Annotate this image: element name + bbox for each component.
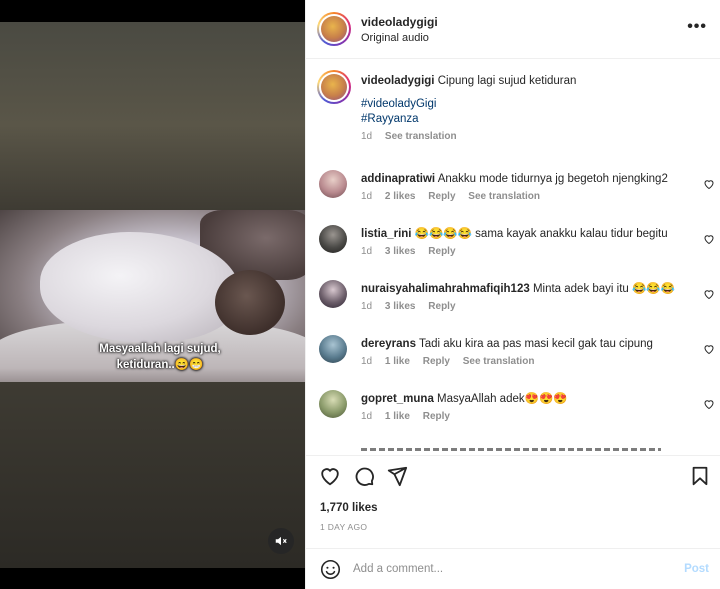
baby-head xyxy=(215,270,285,335)
comment-text: MasyaAllah adek😍😍😍 xyxy=(437,393,568,405)
speaker-muted-icon xyxy=(275,536,287,546)
video-caption-line2: ketiduran..😄😁 xyxy=(116,359,204,371)
comment-time[interactable]: 1d xyxy=(361,411,372,422)
comment-item: addinapratiwi Anakku mode tidurnya jg be… xyxy=(317,170,717,220)
heart-icon[interactable] xyxy=(703,343,715,355)
comment-username[interactable]: dereyrans xyxy=(361,338,416,350)
heart-icon[interactable] xyxy=(703,398,715,410)
comment-username[interactable]: listia_rini xyxy=(361,228,412,240)
more-options-button[interactable]: ••• xyxy=(687,18,707,36)
comment-likes[interactable]: 3 likes xyxy=(385,301,416,312)
heart-icon[interactable] xyxy=(703,233,715,245)
comment-text: 😂😂😂😂 sama kayak anakku kalau tidur begit… xyxy=(414,228,668,240)
comment-text: Tadi aku kira aa pas masi kecil gak tau … xyxy=(418,338,653,350)
caption-avatar[interactable] xyxy=(317,70,351,104)
likes-count[interactable]: 1,770 likes xyxy=(320,502,378,514)
comment-item: gopret_muna MasyaAllah adek😍😍😍 1d 1 like… xyxy=(317,390,717,440)
comment-likes[interactable]: 1 like xyxy=(385,411,410,422)
caption-username[interactable]: videoladygigi xyxy=(361,75,435,87)
comment-likes[interactable]: 2 likes xyxy=(385,191,416,202)
post-comment-button[interactable]: Post xyxy=(684,563,709,575)
video-bottom-background xyxy=(0,382,305,568)
bookmark-icon[interactable] xyxy=(689,465,711,487)
author-username[interactable]: videoladygigi xyxy=(361,15,438,29)
reply-button[interactable]: Reply xyxy=(423,411,450,422)
comment-time[interactable]: 1d xyxy=(361,191,372,202)
comment-item: dereyrans Tadi aku kira aa pas masi keci… xyxy=(317,335,717,385)
commenter-avatar[interactable] xyxy=(319,225,347,253)
video-top-background xyxy=(0,22,305,210)
comment-text: Minta adek bayi itu 😂😂😂 xyxy=(532,283,675,295)
comment-input[interactable] xyxy=(353,560,653,578)
comments-list[interactable]: videoladygigi Cipung lagi sujud ketidura… xyxy=(306,60,720,454)
comment-icon[interactable] xyxy=(353,465,375,487)
like-heart-icon[interactable] xyxy=(319,465,341,487)
post-actions: 1,770 likes 1 DAY AGO xyxy=(306,455,720,547)
comment-item: nuraisyahalimahrahmafiqih123 Minta adek … xyxy=(317,280,717,330)
comment-likes[interactable]: 3 likes xyxy=(385,246,416,257)
commenter-avatar[interactable] xyxy=(319,280,347,308)
comment-text: Anakku mode tidurnya jg begetoh njengkin… xyxy=(437,173,668,185)
see-translation-link[interactable]: See translation xyxy=(385,131,457,142)
video-player[interactable]: Masyaallah lagi sujud, ketiduran..😄😁 xyxy=(0,0,305,589)
mute-button[interactable] xyxy=(268,528,294,554)
comment-time[interactable]: 1d xyxy=(361,301,372,312)
reply-button[interactable]: Reply xyxy=(428,301,455,312)
comment-username[interactable]: addinapratiwi xyxy=(361,173,435,185)
post-date[interactable]: 1 DAY AGO xyxy=(320,522,367,532)
audio-label[interactable]: Original audio xyxy=(361,32,429,44)
heart-icon[interactable] xyxy=(703,288,715,300)
hashtag-link[interactable]: #Rayyanza xyxy=(361,112,701,127)
comment-username[interactable]: nuraisyahalimahrahmafiqih123 xyxy=(361,283,530,295)
comment-item: listia_rini 😂😂😂😂 sama kayak anakku kalau… xyxy=(317,225,717,275)
commenter-avatar[interactable] xyxy=(319,335,347,363)
commenter-avatar[interactable] xyxy=(319,170,347,198)
comment-username[interactable]: gopret_muna xyxy=(361,393,434,405)
reply-button[interactable]: Reply xyxy=(428,246,455,257)
reply-button[interactable]: Reply xyxy=(423,356,450,367)
commenter-avatar[interactable] xyxy=(319,390,347,418)
post-panel: videoladygigi Original audio ••• videola… xyxy=(305,0,720,589)
see-translation-link[interactable]: See translation xyxy=(463,356,535,367)
share-icon[interactable] xyxy=(386,465,408,487)
add-comment-bar: Post xyxy=(306,548,720,589)
hashtag-link[interactable]: #videoladyGigi xyxy=(361,97,701,112)
comment-item-partial xyxy=(361,446,701,454)
caption-text: Cipung lagi sujud ketiduran xyxy=(437,75,577,87)
caption-time[interactable]: 1d xyxy=(361,131,372,142)
emoji-icon[interactable] xyxy=(320,559,341,580)
comment-time[interactable]: 1d xyxy=(361,356,372,367)
comment-likes[interactable]: 1 like xyxy=(385,356,410,367)
author-avatar[interactable] xyxy=(317,12,351,46)
reply-button[interactable]: Reply xyxy=(428,191,455,202)
heart-icon[interactable] xyxy=(703,178,715,190)
see-translation-link[interactable]: See translation xyxy=(468,191,540,202)
comment-time[interactable]: 1d xyxy=(361,246,372,257)
video-caption: Masyaallah lagi sujud, ketiduran..😄😁 xyxy=(0,341,305,373)
post-header: videoladygigi Original audio ••• xyxy=(306,0,720,59)
video-caption-line1: Masyaallah lagi sujud, xyxy=(99,343,221,355)
